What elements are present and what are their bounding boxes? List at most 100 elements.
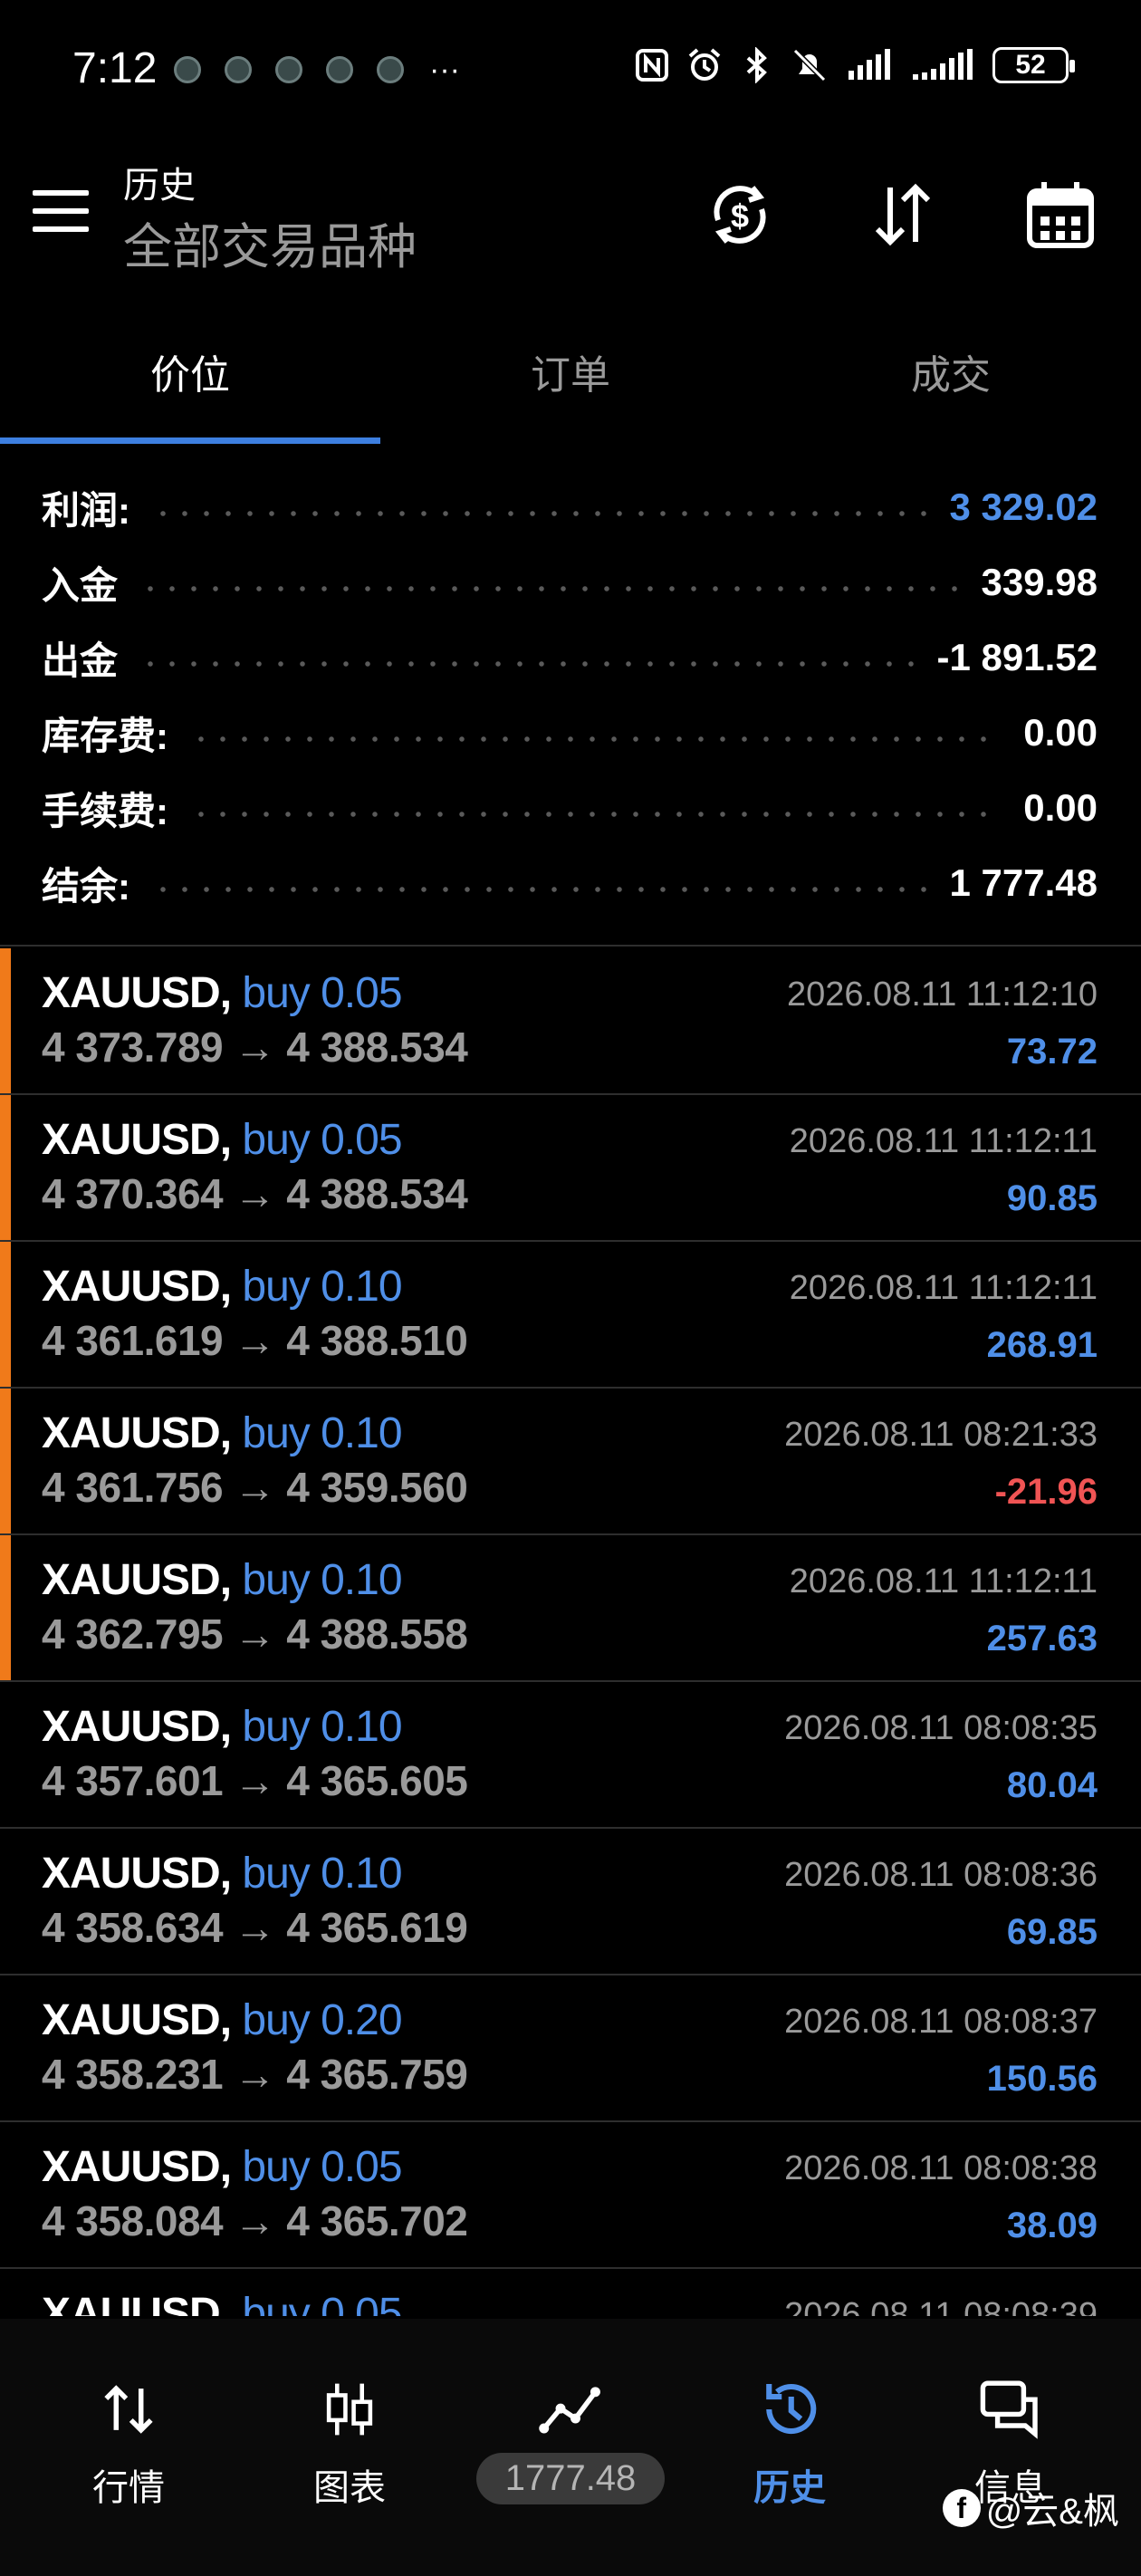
summary-value: 1 777.48 (949, 861, 1098, 904)
arrow-icon: → (234, 1757, 275, 1804)
deal-symbol: XAUUSD, (42, 969, 232, 1017)
system-icons: 52 (634, 47, 1075, 83)
dotted-leader (190, 812, 1002, 817)
deal-side: buy 0.10 (242, 1556, 402, 1604)
open-price: 4 362.795 (42, 1610, 224, 1658)
deal-side: buy 0.05 (242, 1116, 402, 1164)
deal-profit: 73.72 (1006, 1032, 1098, 1072)
summary-label: 库存费: (42, 714, 168, 757)
deal-symbol: XAUUSD, (42, 2143, 232, 2191)
list-item[interactable]: XAUUSD, buy 0.10 4 362.795 → 4 388.558 2… (0, 1535, 1141, 1682)
close-price: 4 365.619 (286, 1904, 468, 1951)
facebook-icon: f (942, 2489, 981, 2527)
arrow-icon: → (234, 2051, 275, 2098)
open-price: 4 370.364 (42, 1170, 224, 1217)
list-item[interactable]: XAUUSD, buy 0.10 4 357.601 → 4 365.605 2… (0, 1682, 1141, 1829)
list-item[interactable]: XAUUSD, buy 0.10 4 358.634 → 4 365.619 2… (0, 1829, 1141, 1975)
deal-profit: 38.09 (1006, 2206, 1098, 2245)
summary-label: 出金 (42, 639, 119, 682)
arrow-icon: → (234, 1610, 275, 1658)
deal-symbol: XAUUSD, (42, 1116, 232, 1164)
close-price: 4 388.510 (286, 1317, 468, 1364)
deal-symbol: XAUUSD, (42, 1996, 232, 2044)
arrow-icon: → (234, 2197, 275, 2244)
list-item[interactable]: XAUUSD, buy 0.20 4 358.231 → 4 365.759 2… (0, 1975, 1141, 2122)
summary-row-commission: 手续费: 0.00 (42, 772, 1098, 844)
deal-time: 2026.08.11 08:08:36 (784, 1856, 1098, 1894)
deal-symbol-line: XAUUSD, buy 0.05 (42, 968, 403, 1018)
summary-value: 3 329.02 (949, 485, 1098, 528)
close-price: 4 365.605 (286, 1757, 468, 1804)
tab-orders[interactable]: 订单 (380, 317, 761, 444)
deal-profit: 69.85 (1006, 1912, 1098, 1952)
status-bar: 7:12 ··· 52 (0, 0, 1141, 136)
notification-icons: ··· (174, 54, 460, 85)
tab-deals[interactable]: 成交 (761, 317, 1141, 444)
deal-symbol: XAUUSD, (42, 1850, 232, 1898)
deal-profit: 268.91 (986, 1325, 1098, 1365)
deal-symbol: XAUUSD, (42, 2290, 232, 2316)
bluetooth-icon (746, 47, 767, 83)
deal-symbol-line: XAUUSD, buy 0.10 (42, 1849, 403, 1898)
deal-side: buy 0.05 (242, 2143, 402, 2191)
watermark: f @云&枫 (942, 2482, 1119, 2534)
summary-label: 结余: (42, 864, 130, 908)
deal-time: 2026.08.11 08:21:33 (784, 1416, 1098, 1454)
alarm-icon (688, 48, 721, 81)
currency-refresh-icon[interactable]: $ (699, 174, 781, 255)
deal-time: 2026.08.11 11:12:11 (789, 1269, 1098, 1307)
history-tabs: 价位 订单 成交 (0, 317, 1141, 444)
balance-label: 1777.48 (475, 2453, 666, 2504)
menu-icon[interactable] (33, 190, 89, 235)
signal-icon (913, 49, 973, 80)
battery-indicator: 52 (992, 47, 1075, 83)
deal-profit: 90.85 (1006, 1178, 1098, 1218)
list-item[interactable]: XAUUSD, buy 0.05 2026.08.11 08:08:39 (0, 2269, 1141, 2316)
chart-icon (259, 2373, 440, 2446)
deal-prices: 4 370.364 → 4 388.534 (42, 1169, 468, 1218)
nav-quotes[interactable]: 行情 (38, 2373, 219, 2511)
summary-row-profit: 利润: 3 329.02 (42, 471, 1098, 543)
deal-prices: 4 361.619 → 4 388.510 (42, 1316, 468, 1365)
symbol-filter[interactable]: 全部交易品种 (123, 207, 417, 278)
dotted-leader (152, 887, 928, 892)
deal-time: 2026.08.11 08:08:37 (784, 2003, 1098, 2041)
tab-positions[interactable]: 价位 (0, 317, 380, 444)
positions-list[interactable]: XAUUSD, buy 0.05 4 373.789 → 4 388.534 2… (0, 948, 1141, 2316)
deal-time: 2026.08.11 11:12:11 (789, 1562, 1098, 1600)
deal-prices: 4 361.756 → 4 359.560 (42, 1463, 468, 1512)
list-item[interactable]: XAUUSD, buy 0.10 4 361.619 → 4 388.510 2… (0, 1242, 1141, 1389)
list-item[interactable]: XAUUSD, buy 0.05 4 358.084 → 4 365.702 2… (0, 2122, 1141, 2269)
summary-panel: 利润: 3 329.02 入金 339.98 出金 -1 891.52 库存费:… (0, 471, 1141, 947)
deal-prices: 4 358.231 → 4 365.759 (42, 2050, 468, 2099)
summary-row-balance: 结余: 1 777.48 (42, 847, 1098, 919)
deal-side: buy 0.20 (242, 1996, 402, 2044)
list-item[interactable]: XAUUSD, buy 0.05 4 370.364 → 4 388.534 2… (0, 1095, 1141, 1242)
list-item[interactable]: XAUUSD, buy 0.05 4 373.789 → 4 388.534 2… (0, 948, 1141, 1095)
app-notification-icon (275, 56, 302, 83)
nav-trade[interactable]: 1777.48 (475, 2373, 666, 2504)
deal-profit: 80.04 (1006, 1765, 1098, 1805)
nav-label: 图表 (313, 2468, 386, 2508)
nav-chart[interactable]: 图表 (259, 2373, 440, 2511)
close-price: 4 388.558 (286, 1610, 468, 1658)
deal-profit: 257.63 (986, 1619, 1098, 1658)
open-price: 4 361.619 (42, 1317, 224, 1364)
list-item[interactable]: XAUUSD, buy 0.10 4 361.756 → 4 359.560 2… (0, 1389, 1141, 1535)
nfc-icon (636, 49, 668, 82)
status-time: 7:12 (72, 44, 158, 92)
summary-label: 入金 (42, 563, 119, 607)
open-price: 4 357.601 (42, 1757, 224, 1804)
deal-symbol-line: XAUUSD, buy 0.10 (42, 1408, 403, 1458)
dotted-leader (139, 586, 960, 591)
nav-label: 历史 (753, 2468, 826, 2508)
calendar-icon[interactable] (1020, 174, 1101, 255)
arrow-icon: → (234, 1317, 275, 1364)
summary-value: 339.98 (981, 561, 1098, 603)
sort-icon[interactable] (862, 174, 944, 255)
app-notification-icon (174, 56, 201, 83)
nav-history[interactable]: 历史 (699, 2373, 880, 2511)
deal-symbol-line: XAUUSD, buy 0.05 (42, 2142, 403, 2192)
signal-icon (849, 49, 890, 80)
nav-label: 行情 (92, 2468, 165, 2508)
